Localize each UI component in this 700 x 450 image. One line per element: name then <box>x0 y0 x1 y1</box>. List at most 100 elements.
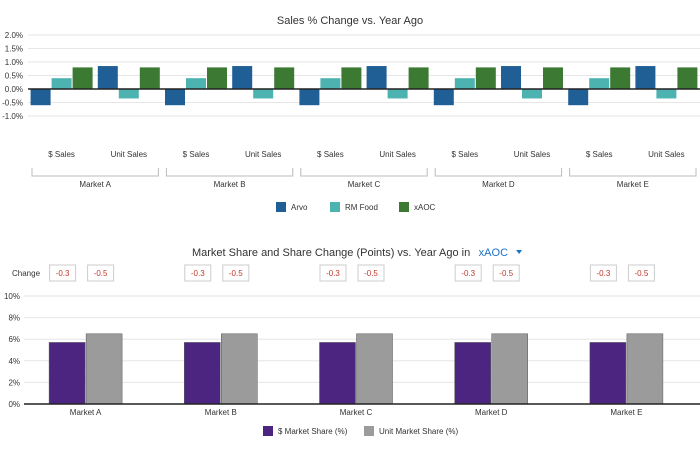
legend-label: $ Market Share (%) <box>278 427 348 436</box>
bar-arvo <box>501 66 521 89</box>
dollar-share-bar <box>319 342 356 405</box>
dollar-share-bar <box>589 342 627 405</box>
chart1-y-ticks: 2.0% 1.5% 1.0% 0.5% 0.0% -0.5% -1.0% <box>2 31 23 121</box>
chart1-group-brackets: Market A Market B Market C Market D Market E <box>31 168 697 189</box>
chart2-bars <box>24 333 700 405</box>
chart1-y-tick: 0.5% <box>5 72 23 81</box>
bar-arvo <box>433 89 454 106</box>
group-label: Market A <box>79 180 111 189</box>
legend-label: Unit Market Share (%) <box>379 427 458 436</box>
chart1-category-label: $ Sales <box>183 150 210 159</box>
chart2-title: Market Share and Share Change (Points) v… <box>192 243 508 260</box>
dollar-share-bar <box>48 342 86 405</box>
share-change-value: -0.3 <box>56 269 70 278</box>
bar-arvo <box>165 89 185 106</box>
chart1-y-tick: 1.5% <box>5 45 23 54</box>
group-label: Market D <box>482 180 515 189</box>
chart1-category-label: Unit Sales <box>514 150 550 159</box>
bar-arvo <box>30 89 51 106</box>
bar-rm-food <box>51 78 72 89</box>
chart1-category-label: Unit Sales <box>245 150 281 159</box>
legend-swatch <box>276 202 286 212</box>
bar-arvo <box>635 66 656 89</box>
unit-share-bar <box>85 333 123 405</box>
share-change-boxes: -0.3 -0.5 -0.3 -0.5 -0.3 -0.5 -0.3 -0.5 -0.3 -0.5 <box>49 264 655 282</box>
chart2-y-tick: 10% <box>4 292 20 301</box>
chart1-y-tick: 1.0% <box>5 58 23 67</box>
bar-rm-food <box>589 78 610 89</box>
bar-rm-food <box>522 89 542 99</box>
unit-share-bar <box>221 333 258 405</box>
unit-share-bar <box>491 333 528 405</box>
group-bracket <box>31 168 159 177</box>
bar-rm-food <box>656 89 677 99</box>
bar-rm-food <box>387 89 408 99</box>
chart1-category-label: $ Sales <box>586 150 613 159</box>
group-bracket <box>300 168 428 177</box>
chart1-y-tick: 0.0% <box>5 85 23 94</box>
chart2-y-tick: 8% <box>8 314 20 323</box>
bar-xaoc <box>475 67 496 89</box>
share-change-value: -0.5 <box>364 269 378 278</box>
bar-xaoc <box>274 67 295 89</box>
group-label: Market C <box>348 180 381 189</box>
legend-swatch <box>263 426 273 436</box>
legend-swatch <box>330 202 340 212</box>
chart2-category-label: Market A <box>70 408 102 417</box>
chart2-category-label: Market D <box>475 408 508 417</box>
bar-rm-food <box>186 78 206 89</box>
group-bracket <box>569 168 697 177</box>
chart1-y-tick: 2.0% <box>5 31 23 40</box>
legend-label: Arvo <box>291 203 308 212</box>
chart2-category-label: Market C <box>340 408 373 417</box>
bar-rm-food <box>253 89 274 99</box>
bar-xaoc <box>543 67 563 89</box>
market-dropdown[interactable]: xAOC <box>479 247 508 259</box>
chart1-category-label: Unit Sales <box>111 150 147 159</box>
chart2-category-label: Market E <box>610 408 642 417</box>
bar-arvo <box>366 66 387 89</box>
unit-share-bar <box>626 333 664 405</box>
chart1-y-tick: -1.0% <box>2 112 23 121</box>
group-label: Market B <box>214 180 246 189</box>
bar-rm-food <box>320 78 341 89</box>
chart2-y-tick: 0% <box>8 400 20 409</box>
chart1-category-label: $ Sales <box>317 150 344 159</box>
share-change-value: -0.3 <box>191 269 205 278</box>
chart2-y-tick: 4% <box>8 357 20 366</box>
chart1-category-labels: $ Sales Unit Sales $ Sales Unit Sales $ Sale… <box>48 150 684 159</box>
chevron-down-icon[interactable] <box>516 250 523 254</box>
charts-canvas: Sales % Change vs. Year Ago 2.0% 1.5% 1.0%… <box>2 15 700 436</box>
legend-label: xAOC <box>414 203 436 212</box>
bar-arvo <box>568 89 589 106</box>
chart1-category-label: $ Sales <box>48 150 75 159</box>
chart2-y-ticks: 10% 8% 6% 4% 2% 0% <box>4 292 20 409</box>
legend-swatch <box>399 202 409 212</box>
change-label: Change <box>12 269 41 278</box>
bar-xaoc <box>610 67 631 89</box>
chart2-category-labels: Market A Market B Market C Market D Market E <box>70 408 643 417</box>
chart2-y-tick: 2% <box>8 378 20 387</box>
chart1-y-tick: -0.5% <box>2 99 23 108</box>
bar-arvo <box>97 66 118 89</box>
chart1-category-label: $ Sales <box>451 150 478 159</box>
chart1-gridlines <box>28 34 700 117</box>
dollar-share-bar <box>184 342 221 405</box>
legend-label: RM Food <box>345 203 378 212</box>
bar-rm-food <box>454 78 475 89</box>
share-change-value: -0.3 <box>461 269 475 278</box>
unit-share-bar <box>356 333 393 405</box>
chart1-title: Sales % Change vs. Year Ago <box>277 15 423 27</box>
chart2-title-text: Market Share and Share Change (Points) v… <box>192 247 470 259</box>
bar-xaoc <box>677 67 698 89</box>
share-change-value: -0.5 <box>499 269 513 278</box>
chart2-y-tick: 6% <box>8 335 20 344</box>
group-label: Market E <box>617 180 649 189</box>
bar-xaoc <box>207 67 227 89</box>
share-change-value: -0.3 <box>597 269 611 278</box>
chart1-category-label: Unit Sales <box>379 150 415 159</box>
bar-xaoc <box>139 67 160 89</box>
chart1-category-label: Unit Sales <box>648 150 684 159</box>
bar-arvo <box>299 89 320 106</box>
bar-arvo <box>232 66 253 89</box>
